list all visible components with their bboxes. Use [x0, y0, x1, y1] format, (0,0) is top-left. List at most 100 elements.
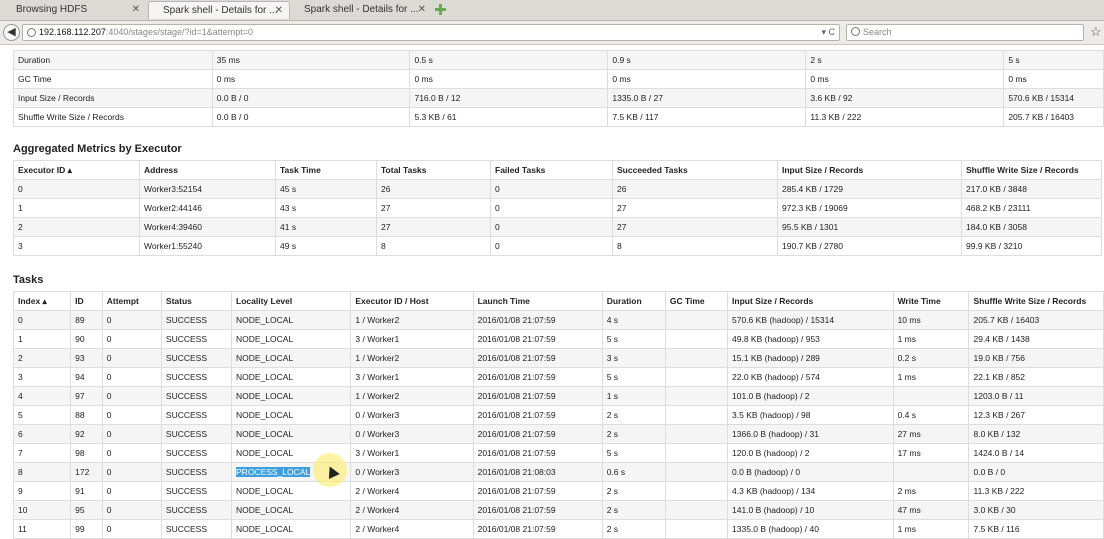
executor-row: 1 Worker2:44146 43 s 27 0 27 972.3 KB / 19069 4… [13, 198, 1102, 218]
executor-column-header[interactable]: Input Size / Records [777, 160, 962, 180]
task-cell: 2016/01/08 21:07:59 [472, 443, 603, 463]
executor-column-header[interactable]: Shuffle Write Size / Records [961, 160, 1102, 180]
task-column-header[interactable]: Shuffle Write Size / Records [968, 291, 1104, 311]
task-cell: 2 / Worker4 [350, 481, 474, 501]
task-column-header[interactable]: Executor ID / Host [350, 291, 474, 311]
task-cell: 2016/01/08 21:08:03 [472, 462, 603, 482]
task-cell-text: 5 s [606, 448, 619, 458]
tab-spark-details-active[interactable]: Spark shell - Details for ... ✕ [148, 1, 290, 19]
task-cell-text: 22.0 KB (hadoop) / 574 [732, 372, 820, 382]
address-bar[interactable]: 192.168.112.207:4040/stages/stage/?id=1&… [22, 24, 840, 41]
task-cell [664, 481, 729, 501]
task-cell-text: 2016/01/08 21:07:59 [477, 486, 556, 496]
task-cell: 0.0 B (hadoop) / 0 [727, 462, 894, 482]
task-cell-text: 1 / Worker2 [355, 353, 400, 363]
task-cell-text: SUCCESS [165, 315, 208, 325]
task-cell: 92 [70, 424, 103, 444]
executor-column-header[interactable]: Succeeded Tasks [612, 160, 778, 180]
task-cell-text: 0 / Worker3 [355, 410, 400, 420]
task-column-header[interactable]: GC Time [664, 291, 729, 311]
task-cell: 99 [70, 519, 103, 539]
task-cell: 5 [12, 405, 72, 425]
close-icon[interactable]: ✕ [275, 5, 283, 16]
close-icon[interactable]: ✕ [418, 4, 426, 15]
tasks-section: Tasks Index ▴ ID Attempt Status Locality Lev… [12, 269, 1104, 539]
task-cell-text: 10 [18, 505, 28, 515]
task-column-header[interactable]: ID [70, 291, 103, 311]
task-cell-text: 1 ms [897, 372, 916, 382]
task-column-header[interactable]: Status [160, 291, 233, 311]
tasks-table: Index ▴ ID Attempt Status Locality Level Exec… [12, 291, 1104, 539]
task-cell-text: 0.0 B (hadoop) / 0 [732, 467, 801, 477]
task-cell: 2 s [601, 424, 666, 444]
summary-value: 7.5 KB / 117 [607, 107, 807, 127]
task-cell-text: 3 s [606, 353, 619, 363]
task-cell-text: 1203.0 B / 11 [973, 391, 1024, 401]
executor-column-header[interactable]: Task Time [275, 160, 377, 180]
executor-column-header[interactable]: Executor ID ▴ [13, 160, 140, 180]
task-cell-text: 6 [18, 429, 23, 439]
new-tab-icon[interactable] [434, 3, 447, 16]
executor-cell: Worker2:44146 [139, 198, 276, 218]
task-cell: 7.5 KB / 116 [968, 519, 1104, 539]
task-column-header[interactable]: Index ▴ [12, 291, 72, 311]
task-cell: SUCCESS [160, 329, 233, 349]
task-cell: 29.4 KB / 1438 [968, 329, 1104, 349]
summary-label: Shuffle Write Size / Records [13, 107, 213, 127]
executor-cell: 972.3 KB / 19069 [777, 198, 962, 218]
task-cell: 1335.0 B (hadoop) / 40 [727, 519, 894, 539]
summary-value: 0.9 s [607, 50, 807, 70]
task-cell: 9 [12, 481, 72, 501]
bookmark-star-icon[interactable]: ☆ [1090, 24, 1102, 40]
task-cell-text: SUCCESS [165, 429, 208, 439]
task-cell-text: NODE_LOCAL [236, 391, 294, 401]
task-cell-text: NODE_LOCAL [236, 486, 294, 496]
task-cell: SUCCESS [160, 500, 233, 520]
executor-cell: 2 [13, 217, 140, 237]
task-cell [664, 367, 729, 387]
task-cell-text: 0.2 s [897, 353, 916, 363]
executor-cell: 45 s [275, 179, 377, 199]
executor-column-header[interactable]: Failed Tasks [490, 160, 613, 180]
reload-icon[interactable]: ▾ C [821, 27, 835, 38]
task-column-header[interactable]: Duration [601, 291, 666, 311]
task-cell: 0 [101, 519, 162, 539]
task-cell-text: 0.4 s [897, 410, 916, 420]
task-column-header[interactable]: Launch Time [472, 291, 603, 311]
summary-value: 0 ms [409, 69, 609, 89]
task-cell-text: 2016/01/08 21:07:59 [477, 391, 556, 401]
task-cell-text: 2016/01/08 21:07:59 [477, 429, 556, 439]
task-cell-text: 120.0 B (hadoop) / 2 [732, 448, 810, 458]
tab-bar: Browsing HDFS ✕ Spark shell - Details fo… [0, 0, 1104, 21]
task-column-header[interactable]: Write Time [892, 291, 970, 311]
task-cell: SUCCESS [160, 519, 233, 539]
task-cell: 2 / Worker4 [350, 500, 474, 520]
task-cell-text: 95 [75, 505, 85, 515]
task-cell: 2016/01/08 21:07:59 [472, 519, 603, 539]
task-cell: NODE_LOCAL [231, 405, 352, 425]
summary-value: 5 s [1003, 50, 1104, 70]
search-input[interactable]: Search [846, 24, 1084, 41]
close-icon[interactable]: ✕ [132, 4, 140, 15]
executor-column-header[interactable]: Address [139, 160, 276, 180]
task-column-header[interactable]: Input Size / Records [727, 291, 894, 311]
task-cell-text: 2016/01/08 21:07:59 [477, 410, 556, 420]
task-cell: 1 ms [892, 329, 970, 349]
back-button[interactable]: ◀ [3, 24, 20, 41]
tab-spark-details[interactable]: Spark shell - Details for ... ✕ [290, 1, 432, 19]
task-cell-text: 141.0 B (hadoop) / 10 [732, 505, 815, 515]
task-cell-text: 0 [106, 486, 112, 496]
summary-value: 0.0 B / 0 [211, 88, 411, 108]
task-cell-text: 90 [75, 334, 85, 344]
task-column-header[interactable]: Locality Level [231, 291, 352, 311]
task-cell [664, 310, 729, 330]
task-cell-text: 101.0 B (hadoop) / 2 [732, 391, 810, 401]
tab-browsing-hdfs[interactable]: Browsing HDFS ✕ [2, 1, 146, 19]
task-cell-text: 0 [106, 315, 112, 325]
executor-column-header[interactable]: Total Tasks [376, 160, 491, 180]
task-cell: 2016/01/08 21:07:59 [472, 386, 603, 406]
task-cell: 4 s [601, 310, 666, 330]
executor-cell: 27 [612, 217, 778, 237]
task-cell: 0.0 B / 0 [968, 462, 1104, 482]
task-column-header[interactable]: Attempt [101, 291, 162, 311]
